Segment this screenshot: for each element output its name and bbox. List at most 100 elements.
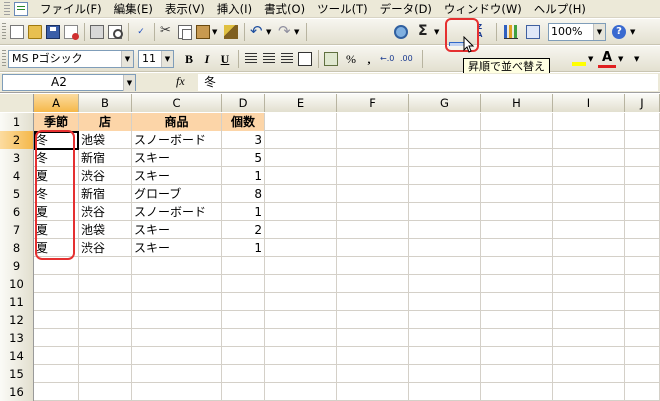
redo-dropdown[interactable]: ▼ [294, 23, 302, 41]
chevron-down-icon[interactable]: ▼ [593, 24, 605, 40]
column-header-g[interactable]: G [409, 94, 481, 112]
cell[interactable] [481, 149, 553, 167]
row-header[interactable]: 8 [0, 239, 34, 257]
cell[interactable] [337, 365, 409, 383]
cell[interactable]: 1 [222, 167, 265, 185]
chevron-down-icon[interactable]: ▼ [161, 51, 173, 67]
cell[interactable] [337, 257, 409, 275]
cell[interactable] [222, 311, 265, 329]
cell[interactable] [79, 383, 132, 401]
row-header[interactable]: 14 [0, 347, 34, 365]
currency-button[interactable] [322, 50, 340, 68]
cell[interactable]: 池袋 [79, 131, 132, 149]
column-header-i[interactable]: I [553, 94, 625, 112]
cell[interactable] [409, 365, 481, 383]
cell[interactable] [265, 167, 337, 185]
cell[interactable] [553, 257, 625, 275]
cell[interactable] [265, 149, 337, 167]
cell[interactable] [481, 257, 553, 275]
drawing-button[interactable] [524, 23, 542, 41]
cell[interactable]: スキー [132, 221, 222, 239]
row-header[interactable]: 12 [0, 311, 34, 329]
cell[interactable] [625, 257, 660, 275]
cell[interactable]: 新宿 [79, 149, 132, 167]
align-left-button[interactable] [242, 50, 260, 68]
cell[interactable] [34, 383, 79, 401]
cell[interactable] [481, 239, 553, 257]
menu-help[interactable]: ヘルプ(H) [528, 0, 592, 18]
column-header-j[interactable]: J [625, 94, 660, 112]
cell[interactable] [132, 311, 222, 329]
name-box[interactable]: A2 ▼ [2, 74, 136, 91]
row-header[interactable]: 16 [0, 383, 34, 401]
menu-data[interactable]: データ(D) [374, 0, 438, 18]
cell[interactable] [409, 257, 481, 275]
autosum-dropdown[interactable]: ▼ [434, 23, 442, 41]
row-header[interactable]: 1 [0, 113, 34, 131]
cell[interactable] [265, 293, 337, 311]
row-header[interactable]: 7 [0, 221, 34, 239]
cell[interactable] [553, 329, 625, 347]
cell[interactable] [337, 383, 409, 401]
cell[interactable]: スキー [132, 239, 222, 257]
cell[interactable] [337, 311, 409, 329]
font-color-dropdown[interactable]: ▼ [618, 50, 626, 68]
cell[interactable] [222, 347, 265, 365]
cell[interactable] [222, 383, 265, 401]
cell[interactable] [625, 347, 660, 365]
cell[interactable] [79, 275, 132, 293]
cell[interactable] [625, 149, 660, 167]
column-header-b[interactable]: B [79, 94, 132, 112]
cell[interactable] [625, 239, 660, 257]
cell[interactable] [481, 365, 553, 383]
column-header-c[interactable]: C [132, 94, 222, 112]
cell[interactable] [481, 275, 553, 293]
merge-center-button[interactable] [296, 50, 314, 68]
cell[interactable] [553, 185, 625, 203]
cell[interactable] [481, 221, 553, 239]
cell[interactable] [79, 257, 132, 275]
toolbar-options[interactable]: ▼ [634, 50, 644, 68]
cell[interactable] [409, 221, 481, 239]
toolbar-grip[interactable] [2, 23, 6, 41]
undo-dropdown[interactable]: ▼ [266, 23, 274, 41]
cell[interactable] [79, 311, 132, 329]
menu-file[interactable]: ファイル(F) [34, 0, 108, 18]
row-header[interactable]: 2 [0, 131, 34, 149]
cell[interactable]: グローブ [132, 185, 222, 203]
cell[interactable] [265, 365, 337, 383]
cell[interactable] [337, 167, 409, 185]
cell[interactable] [34, 275, 79, 293]
cell[interactable]: 8 [222, 185, 265, 203]
cell[interactable] [265, 221, 337, 239]
cell[interactable] [481, 329, 553, 347]
cell[interactable] [625, 383, 660, 401]
cell[interactable] [553, 167, 625, 185]
cell[interactable] [481, 311, 553, 329]
cell[interactable] [481, 131, 553, 149]
cell[interactable]: スノーボード [132, 203, 222, 221]
format-painter-button[interactable] [222, 23, 240, 41]
open-button[interactable] [26, 23, 44, 41]
cell[interactable] [265, 131, 337, 149]
row-header[interactable]: 9 [0, 257, 34, 275]
column-header-e[interactable]: E [265, 94, 337, 112]
cell[interactable] [34, 311, 79, 329]
cell[interactable] [222, 275, 265, 293]
cell[interactable] [553, 113, 625, 131]
cell[interactable] [409, 131, 481, 149]
cell[interactable] [132, 383, 222, 401]
cell[interactable] [337, 149, 409, 167]
cell[interactable] [625, 311, 660, 329]
column-header-f[interactable]: F [337, 94, 409, 112]
spelling-button[interactable]: ✓ [132, 23, 150, 41]
cell[interactable]: 池袋 [79, 221, 132, 239]
cell[interactable] [337, 131, 409, 149]
new-button[interactable] [8, 23, 26, 41]
header-cell[interactable]: 商品 [132, 113, 222, 131]
cell[interactable] [481, 113, 553, 131]
cell[interactable] [337, 113, 409, 131]
workbook-icon[interactable] [14, 1, 28, 16]
header-cell[interactable]: 季節 [34, 113, 79, 131]
cell[interactable] [409, 149, 481, 167]
